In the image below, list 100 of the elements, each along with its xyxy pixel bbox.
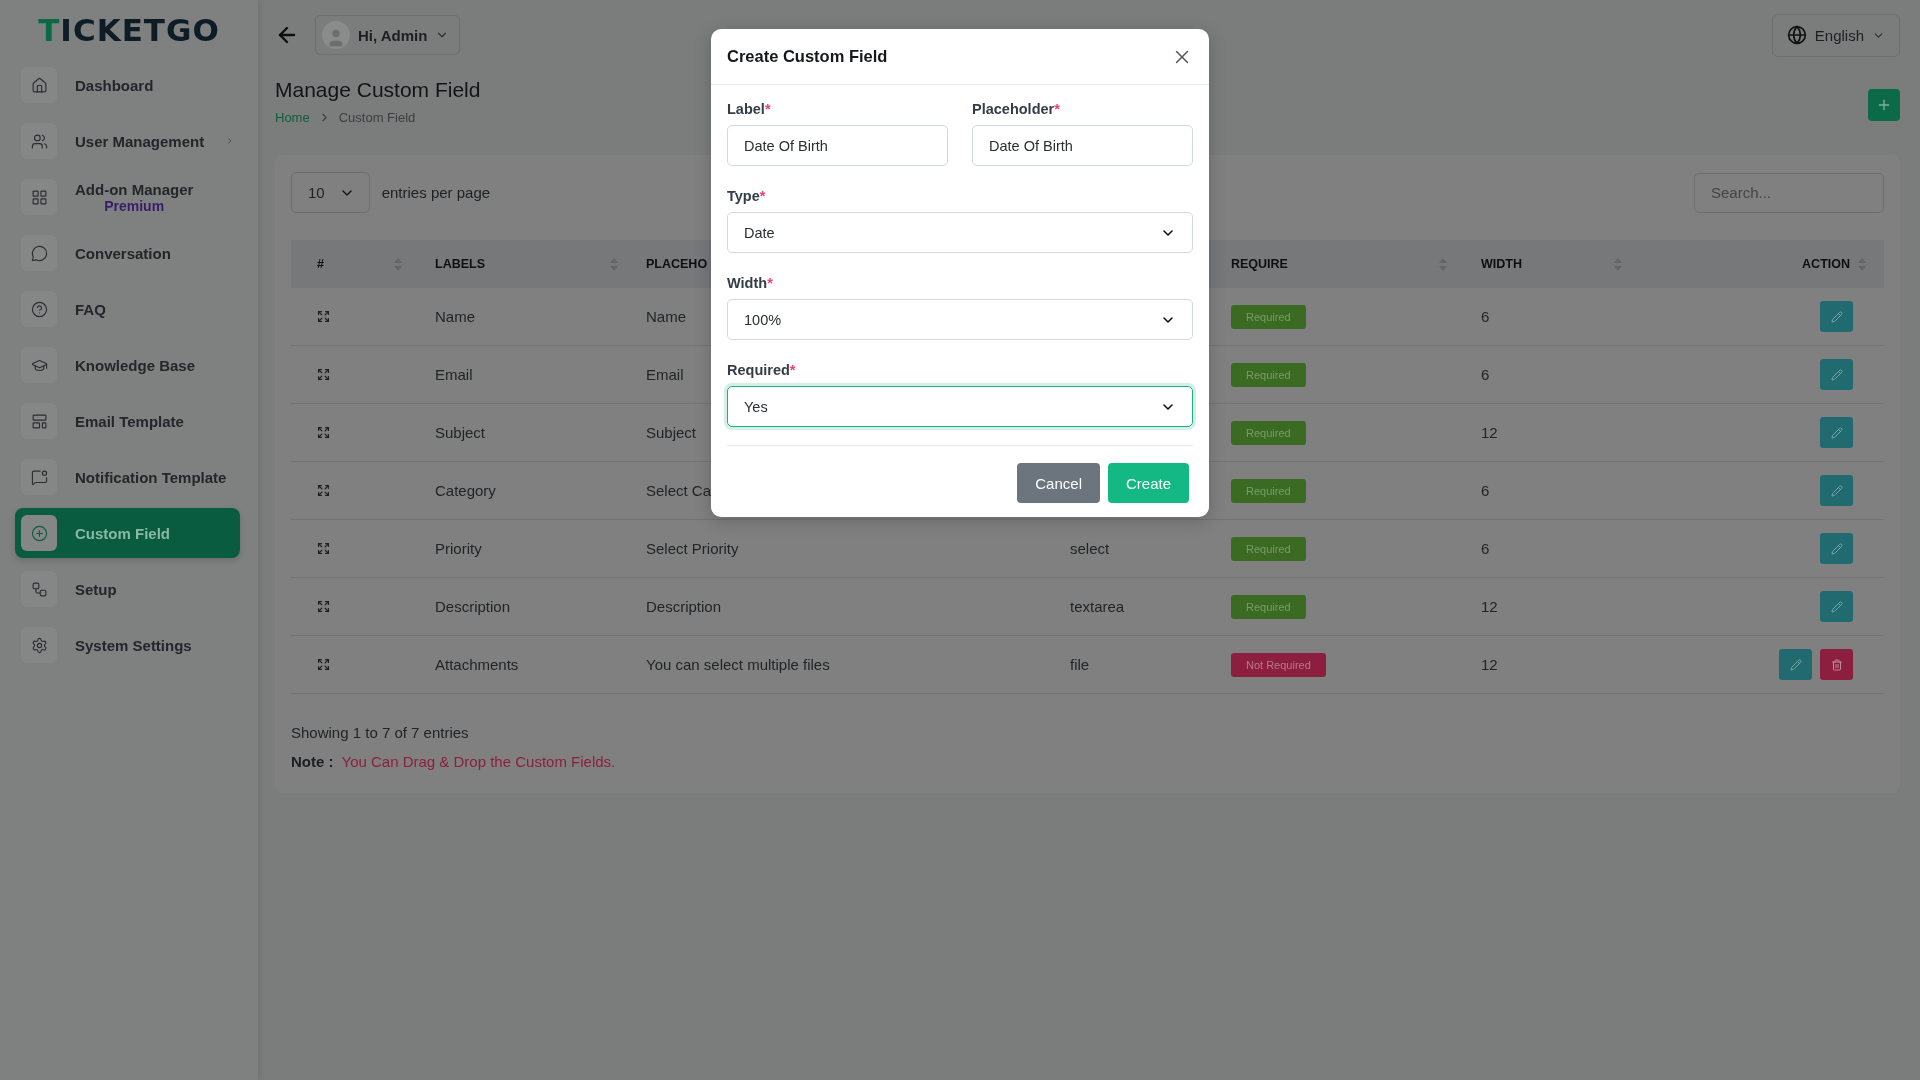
field-label: Required* bbox=[727, 362, 797, 378]
search-field[interactable]: Search... bbox=[1694, 172, 1884, 213]
sidebar-item[interactable]: Email Template bbox=[15, 396, 240, 446]
edit-button[interactable] bbox=[1820, 591, 1853, 622]
edit-button[interactable] bbox=[1820, 301, 1853, 332]
modal-title: Create Custom Field bbox=[727, 47, 888, 66]
sidebar-item[interactable]: Custom Field bbox=[15, 508, 240, 558]
logo: TICKETGO bbox=[37, 12, 221, 48]
drag-handle-icon[interactable] bbox=[317, 368, 330, 381]
table-cell: You can select multiple files bbox=[646, 656, 830, 673]
sidebar-label: Custom Field bbox=[75, 524, 170, 542]
drag-handle-icon[interactable] bbox=[317, 600, 330, 613]
edit-button[interactable] bbox=[1820, 533, 1853, 564]
pencil-icon bbox=[1830, 426, 1843, 439]
note-label: Note : bbox=[291, 753, 334, 770]
globe-icon bbox=[1786, 25, 1807, 45]
drag-handle-icon[interactable] bbox=[317, 310, 330, 323]
premium-label: Premium bbox=[104, 197, 165, 214]
sidebar-label: Knowledge Base bbox=[75, 356, 196, 374]
pencil-icon bbox=[1830, 310, 1843, 323]
column-header: PLACEHO bbox=[646, 257, 708, 271]
sidebar-label: Notification Template bbox=[75, 468, 227, 486]
table-cell: Description bbox=[646, 598, 722, 615]
table-cell: Subject bbox=[435, 424, 486, 441]
breadcrumb-item: Custom Field bbox=[338, 110, 416, 125]
column-header: LABELS bbox=[435, 257, 485, 271]
edit-button[interactable] bbox=[1820, 359, 1853, 390]
sidebar-label: Email Template bbox=[75, 412, 184, 430]
sidebar-item[interactable]: Notification Template bbox=[15, 452, 240, 502]
help-icon bbox=[21, 291, 57, 327]
chat-icon bbox=[21, 235, 57, 271]
table-cell: 6 bbox=[1481, 366, 1490, 383]
sidebar-item[interactable]: Add-on Manager Premium bbox=[15, 172, 240, 222]
table-cell: Email bbox=[435, 366, 473, 383]
column-header: WIDTH bbox=[1481, 257, 1522, 271]
status-badge: Required bbox=[1231, 420, 1306, 445]
table-cell: Attachments bbox=[435, 656, 519, 673]
language-button[interactable]: English bbox=[1771, 13, 1900, 57]
avatar-icon bbox=[322, 21, 350, 49]
sidebar-item[interactable]: User Management bbox=[15, 116, 240, 166]
table-cell: Name bbox=[435, 308, 475, 325]
select-field[interactable]: Date bbox=[727, 212, 1193, 253]
page-title: Manage Custom Field bbox=[275, 78, 481, 102]
pencil-icon bbox=[1830, 542, 1843, 555]
workflow-icon bbox=[21, 571, 57, 607]
sidebar-item[interactable]: FAQ bbox=[15, 284, 240, 334]
edit-button[interactable] bbox=[1820, 417, 1853, 448]
input-field[interactable]: Date Of Birth bbox=[727, 125, 948, 166]
sidebar-label: Setup bbox=[75, 580, 117, 598]
delete-button[interactable] bbox=[1820, 649, 1853, 680]
graduation-cap-icon bbox=[21, 347, 57, 383]
sidebar-item[interactable]: System Settings bbox=[15, 620, 240, 670]
drag-handle-icon[interactable] bbox=[317, 484, 330, 497]
pencil-icon bbox=[1830, 368, 1843, 381]
user-menu-button[interactable]: Hi, Admin bbox=[315, 15, 461, 55]
table-cell: Select Priority bbox=[646, 540, 739, 557]
table-cell: select bbox=[1070, 540, 1110, 557]
table-cell: Email bbox=[646, 366, 684, 383]
status-badge: Required bbox=[1231, 304, 1306, 329]
edit-button[interactable] bbox=[1779, 649, 1812, 680]
drag-handle-icon[interactable] bbox=[317, 542, 330, 555]
edit-button[interactable] bbox=[1820, 475, 1853, 506]
drag-handle-icon[interactable] bbox=[317, 658, 330, 671]
table-cell: Name bbox=[646, 308, 686, 325]
column-header: ACTION bbox=[1802, 257, 1850, 271]
pencil-icon bbox=[1830, 600, 1843, 613]
table-cell: 6 bbox=[1481, 308, 1490, 325]
template-icon bbox=[21, 403, 57, 439]
add-button[interactable] bbox=[1868, 89, 1900, 121]
select-field[interactable]: Yes bbox=[727, 386, 1193, 427]
sidebar-label: User Management bbox=[75, 132, 205, 150]
page-size-select[interactable]: 10 bbox=[291, 172, 370, 213]
home-icon bbox=[21, 67, 57, 103]
sidebar-item[interactable]: Conversation bbox=[15, 228, 240, 278]
cancel-button[interactable]: Cancel bbox=[1017, 463, 1100, 503]
select-field[interactable]: 100% bbox=[727, 299, 1193, 340]
settings-icon bbox=[21, 627, 57, 663]
table-cell: Category bbox=[435, 482, 496, 499]
column-header: REQUIRE bbox=[1231, 257, 1288, 271]
table-cell: 12 bbox=[1481, 656, 1498, 673]
input-field[interactable]: Date Of Birth bbox=[972, 125, 1193, 166]
pencil-icon bbox=[1789, 658, 1802, 671]
table-cell: 6 bbox=[1481, 482, 1490, 499]
create-button[interactable]: Create bbox=[1107, 463, 1189, 503]
field-label: Placeholder* bbox=[972, 101, 1061, 117]
field-label: Label* bbox=[727, 101, 772, 117]
table-cell: textarea bbox=[1070, 598, 1125, 615]
notification-icon bbox=[21, 459, 57, 495]
status-badge: Required bbox=[1231, 594, 1306, 619]
status-badge: Required bbox=[1231, 362, 1306, 387]
table-cell: Select Ca bbox=[646, 482, 712, 499]
users-icon bbox=[21, 123, 57, 159]
status-badge: Required bbox=[1231, 536, 1306, 561]
sidebar-item[interactable]: Knowledge Base bbox=[15, 340, 240, 390]
sidebar-item[interactable]: Setup bbox=[15, 564, 240, 614]
table-cell: Subject bbox=[646, 424, 697, 441]
field-label: Width* bbox=[727, 275, 774, 291]
sidebar-item[interactable]: Dashboard bbox=[15, 60, 240, 110]
table-cell: Priority bbox=[435, 540, 482, 557]
drag-handle-icon[interactable] bbox=[317, 426, 330, 439]
